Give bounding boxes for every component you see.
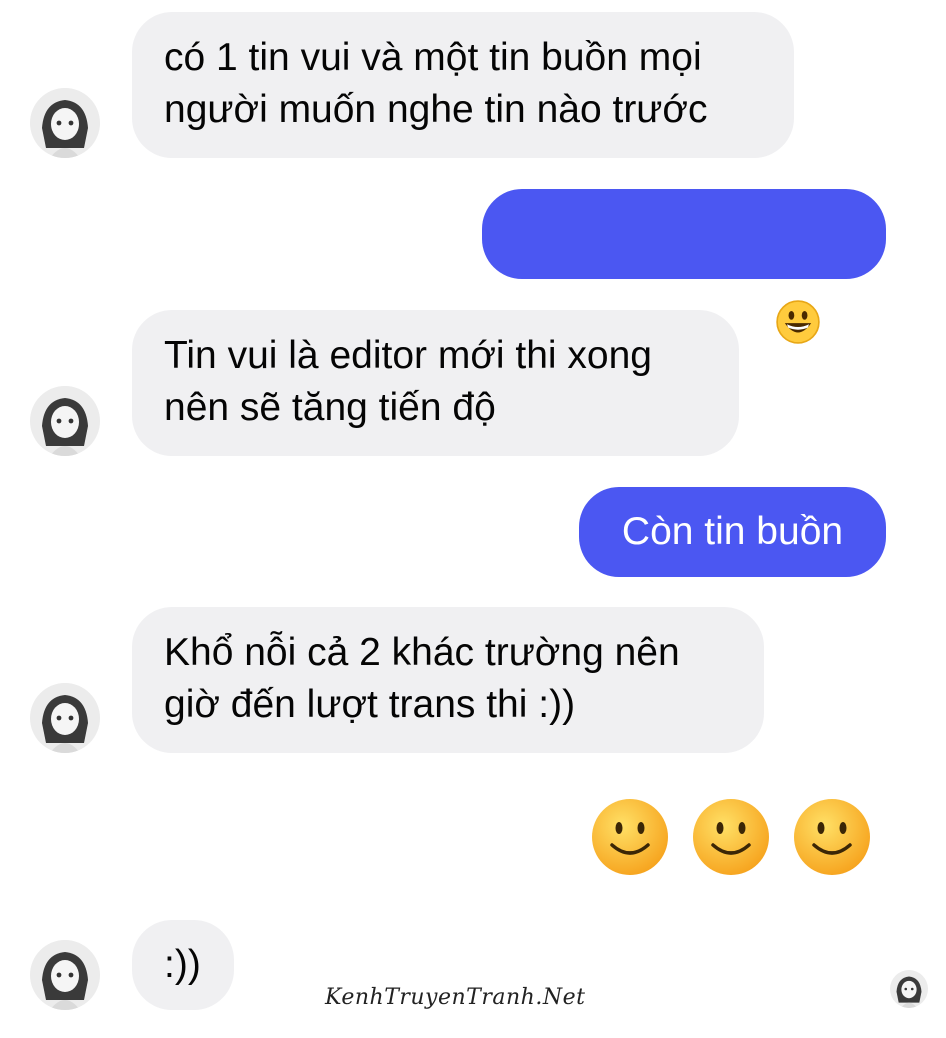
- incoming-message[interactable]: :)): [132, 920, 234, 1010]
- slightly-smiling-face-icon[interactable]: [590, 797, 670, 877]
- avatar[interactable]: [30, 88, 100, 158]
- avatar[interactable]: [30, 683, 100, 753]
- seen-receipt-avatar: [890, 970, 928, 1008]
- incoming-message[interactable]: Tin vui là editor mới thi xong nên sẽ tă…: [132, 310, 739, 456]
- incoming-message[interactable]: Khổ nỗi cả 2 khác trường nên giờ đến lượ…: [132, 607, 764, 753]
- grinning-face-icon: [776, 300, 821, 344]
- slightly-smiling-face-icon[interactable]: [792, 797, 872, 877]
- slightly-smiling-face-icon[interactable]: [691, 797, 771, 877]
- outgoing-message[interactable]: Còn tin buồn: [579, 487, 886, 577]
- avatar[interactable]: [30, 386, 100, 456]
- outgoing-message[interactable]: Tin vui trước đi: [482, 189, 886, 345]
- watermark: KenhTruyenTranh.Net: [325, 985, 586, 1010]
- avatar[interactable]: [30, 940, 100, 1010]
- incoming-message[interactable]: có 1 tin vui và một tin buồn mọi người m…: [132, 12, 794, 158]
